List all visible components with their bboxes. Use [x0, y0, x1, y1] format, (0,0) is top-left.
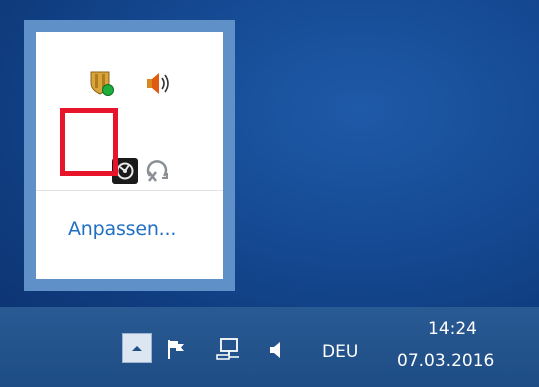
show-hidden-icons-button[interactable] — [122, 333, 152, 363]
network-disconnected-icon[interactable] — [142, 156, 172, 186]
tray-overflow-frame: Anpassen... — [24, 20, 235, 291]
separator — [36, 190, 223, 191]
flag-icon[interactable] — [163, 336, 189, 362]
clock-time[interactable]: 14:24 — [428, 319, 477, 339]
chevron-up-icon — [132, 346, 142, 351]
volume-icon[interactable] — [266, 338, 286, 362]
taskbar: DEU 14:24 07.03.2016 — [0, 307, 539, 387]
customize-link[interactable]: Anpassen... — [68, 218, 176, 240]
language-indicator[interactable]: DEU — [322, 342, 358, 362]
clock-date[interactable]: 07.03.2016 — [397, 351, 494, 371]
speaker-icon[interactable] — [143, 68, 173, 98]
security-shield-icon[interactable] — [86, 68, 116, 98]
highlight-box — [60, 108, 118, 176]
network-monitor-icon[interactable] — [214, 336, 242, 362]
